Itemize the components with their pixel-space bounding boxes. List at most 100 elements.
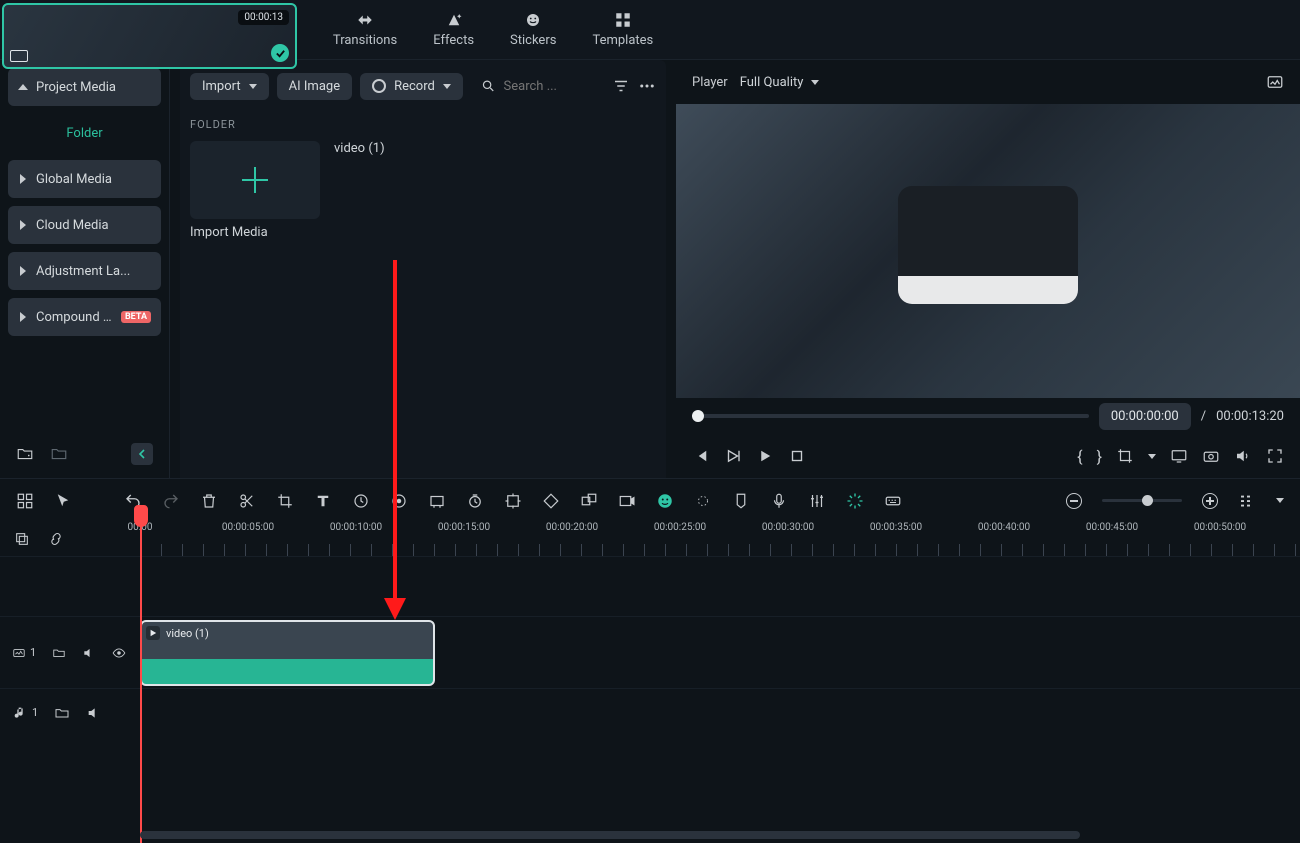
voiceover-icon[interactable] (770, 492, 788, 510)
mute-track-icon[interactable] (86, 705, 102, 721)
cursor-icon[interactable] (54, 492, 72, 510)
keyboard-icon[interactable] (884, 492, 902, 510)
tab-effects-label: Effects (433, 33, 474, 48)
ruler-tick-label: 00:00:50:00 (1194, 522, 1246, 533)
duration-icon[interactable] (466, 492, 484, 510)
play-pause-icon[interactable] (724, 447, 742, 465)
tab-transitions[interactable]: Transitions (327, 7, 403, 52)
snapshot-icon[interactable] (1202, 447, 1220, 465)
folder-link-icon[interactable] (50, 445, 68, 463)
media-panel: Import AI Image Record FOLDER (180, 60, 666, 478)
prev-frame-icon[interactable] (692, 447, 710, 465)
zoom-slider[interactable] (1102, 499, 1182, 502)
clip-duration-badge: 00:00:13 (238, 10, 289, 25)
media-clip-thumb[interactable]: 00:00:13 (2, 3, 297, 69)
timeline-clip[interactable]: video (1) (140, 620, 435, 686)
zoom-in-button[interactable] (1202, 493, 1218, 509)
stop-icon[interactable] (788, 447, 806, 465)
tab-stickers[interactable]: Stickers (504, 7, 562, 52)
sidebar-global-media[interactable]: Global Media (8, 160, 161, 198)
speed-icon[interactable] (352, 492, 370, 510)
video-track-icon[interactable] (12, 645, 26, 661)
spacer-track (0, 556, 1300, 616)
tab-effects[interactable]: Effects (427, 7, 480, 52)
new-folder-icon[interactable] (16, 445, 34, 463)
mark-out-icon[interactable]: } (1097, 447, 1102, 466)
split-icon[interactable] (238, 492, 256, 510)
marker-icon[interactable] (732, 492, 750, 510)
play-icon[interactable] (756, 447, 774, 465)
scrub-bar[interactable] (692, 414, 1089, 418)
zoom-out-button[interactable] (1066, 493, 1082, 509)
clip-play-icon (146, 626, 160, 640)
transform-icon[interactable] (504, 492, 522, 510)
stickers-icon (522, 11, 544, 29)
video-track-head: 1 (0, 617, 138, 688)
record-dropdown[interactable]: Record (360, 73, 463, 100)
group-icon[interactable] (580, 492, 598, 510)
visibility-icon[interactable] (112, 645, 126, 661)
crop-icon[interactable] (1116, 447, 1134, 465)
redo-icon[interactable] (162, 492, 180, 510)
import-media-thumb[interactable] (190, 141, 320, 219)
audio-track-body[interactable] (138, 689, 1300, 736)
mark-in-icon[interactable]: { (1077, 447, 1082, 466)
timeline-scrollbar[interactable] (140, 831, 1080, 839)
sidebar-compound-clip[interactable]: Compound Clip BETA (8, 298, 161, 336)
ai-face-icon[interactable] (656, 492, 674, 510)
filter-icon[interactable] (612, 77, 630, 95)
media-clip-tile[interactable]: 00:00:13 video (1) (334, 141, 464, 240)
sidebar-project-media[interactable]: Project Media (8, 68, 161, 106)
import-media-tile[interactable]: Import Media (190, 141, 320, 240)
audio-track-icon[interactable] (12, 705, 28, 721)
folder-toggle-icon[interactable] (54, 705, 70, 721)
audio-mix-icon[interactable] (808, 492, 826, 510)
ruler-ticks: 00:00 00:00:05:00 00:00:10:00 00:00:15:0… (140, 522, 1300, 556)
keyframe-icon[interactable] (542, 492, 560, 510)
sidebar-adjustment-label: Adjustment La... (36, 264, 151, 279)
timeline-ruler[interactable]: 00:00 00:00:05:00 00:00:10:00 00:00:15:0… (0, 522, 1300, 556)
more-icon[interactable] (638, 77, 656, 95)
delete-icon[interactable] (200, 492, 218, 510)
picture-icon[interactable] (1266, 73, 1284, 91)
display-icon[interactable] (1170, 447, 1188, 465)
playhead[interactable] (140, 522, 142, 843)
sidebar-cloud-media[interactable]: Cloud Media (8, 206, 161, 244)
search-icon[interactable] (481, 77, 496, 95)
player-quality-select[interactable]: Full Quality (740, 75, 820, 90)
link-track-icon[interactable] (48, 531, 64, 547)
sparkle-icon[interactable] (694, 492, 712, 510)
search-input[interactable] (504, 79, 604, 94)
freeze-icon[interactable] (428, 492, 446, 510)
ai-image-button[interactable]: AI Image (277, 73, 352, 100)
color-icon[interactable] (390, 492, 408, 510)
copy-track-icon[interactable] (14, 531, 30, 547)
sidebar-folder[interactable]: Folder (8, 114, 161, 152)
tab-transitions-label: Transitions (333, 33, 397, 48)
player-header: Player Full Quality (676, 60, 1300, 104)
text-tool-icon[interactable] (314, 492, 332, 510)
import-dropdown[interactable]: Import (190, 73, 269, 100)
preview-viewport[interactable] (676, 104, 1300, 398)
render-icon[interactable] (618, 492, 636, 510)
crop-tool-icon[interactable] (276, 492, 294, 510)
caret-right-icon (20, 266, 26, 276)
folder-toggle-icon[interactable] (52, 645, 66, 661)
track-view-icon[interactable] (1238, 492, 1256, 510)
tab-templates[interactable]: Templates (586, 7, 659, 52)
volume-icon[interactable] (1234, 447, 1252, 465)
chevron-down-icon[interactable] (1276, 498, 1284, 503)
mute-track-icon[interactable] (82, 645, 96, 661)
video-track[interactable]: 1 video (1) (0, 616, 1300, 688)
scrub-knob[interactable] (692, 410, 704, 422)
collapse-sidebar-button[interactable] (131, 443, 153, 465)
chevron-down-icon[interactable] (1148, 454, 1156, 459)
playback-controls: { } (676, 434, 1300, 478)
layout-icon[interactable] (16, 492, 34, 510)
auto-ripple-icon[interactable] (846, 492, 864, 510)
video-track-body[interactable]: video (1) (138, 617, 1300, 688)
zoom-knob[interactable] (1142, 495, 1153, 506)
sidebar-adjustment-layer[interactable]: Adjustment La... (8, 252, 161, 290)
audio-track[interactable]: 1 (0, 688, 1300, 736)
fullscreen-icon[interactable] (1266, 447, 1284, 465)
